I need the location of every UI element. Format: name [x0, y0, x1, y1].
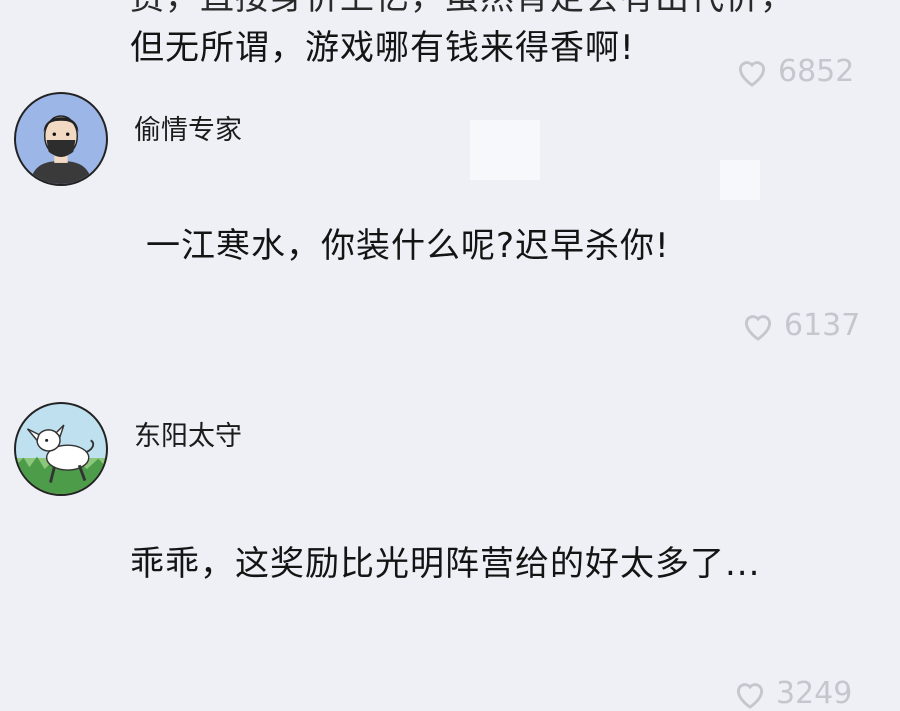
like-button[interactable]: 6852	[734, 54, 854, 89]
decorative-shine	[720, 160, 760, 200]
comment-text: 一江寒水，你装什么呢?迟早杀你!	[146, 226, 670, 266]
comment-text-line-1: 费，直接身价上亿，虽然肯定会有出代价，	[130, 0, 795, 20]
man-with-mask-avatar	[29, 115, 93, 184]
avatar[interactable]	[14, 92, 108, 186]
like-button[interactable]: 6137	[740, 308, 860, 343]
like-count: 6852	[778, 54, 855, 89]
decorative-shine	[470, 120, 540, 180]
like-button[interactable]: 3249	[732, 676, 852, 711]
like-count: 3249	[776, 676, 853, 711]
white-goat-avatar	[16, 424, 106, 494]
username[interactable]: 偷情专家	[134, 108, 242, 147]
avatar[interactable]	[14, 402, 108, 496]
username[interactable]: 东阳太守	[134, 414, 242, 453]
comment-text-line-2: 但无所谓，游戏哪有钱来得香啊!	[130, 28, 635, 68]
comment-text: 乖乖，这奖励比光明阵营给的好太多了...	[130, 544, 761, 584]
like-count: 6137	[784, 308, 861, 343]
heart-icon	[744, 314, 772, 341]
heart-icon	[738, 60, 766, 87]
heart-icon	[736, 682, 764, 709]
